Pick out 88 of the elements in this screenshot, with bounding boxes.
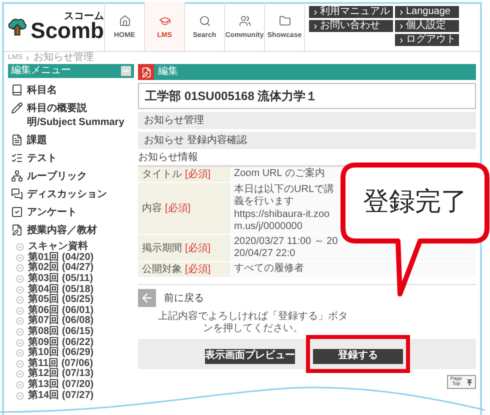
material-link[interactable]: 第04回 (05/18) xyxy=(28,284,94,295)
edit-document-icon xyxy=(140,66,152,78)
people-icon xyxy=(238,14,250,26)
graduation-cap-icon xyxy=(158,14,170,26)
collapse-button[interactable] xyxy=(121,66,131,76)
minus-circle-icon xyxy=(16,370,24,378)
material-link[interactable]: 第14回 (07/27) xyxy=(28,390,94,401)
sidebar-link[interactable]: ディスカッション xyxy=(27,188,127,202)
sidebar-link[interactable]: 課題 xyxy=(27,134,127,148)
home-icon xyxy=(118,14,130,26)
arrow-left-icon xyxy=(140,291,154,305)
material-link[interactable]: 第03回 (05/11) xyxy=(28,274,94,284)
subheading-bar: お知らせ 登録内容確認 xyxy=(138,132,476,149)
action-button[interactable]: 登録する xyxy=(313,348,403,364)
material-link[interactable]: 第05回 (05/25) xyxy=(28,295,94,306)
sidebar-link[interactable]: テスト xyxy=(27,152,127,166)
required-mark: [必須] xyxy=(185,168,211,182)
material-link[interactable]: 第09回 (06/22) xyxy=(28,338,94,348)
material-link[interactable]: 第02回 (04/27) xyxy=(28,263,94,274)
minus-circle-icon xyxy=(16,306,24,315)
callout-text: 登録完了 xyxy=(362,186,468,216)
material-link[interactable]: 第06回 (06/01) xyxy=(28,306,94,316)
document-icon xyxy=(11,134,23,146)
material-link[interactable]: 第11回 (07/06) xyxy=(28,358,94,369)
info-heading: お知らせ情報 xyxy=(138,151,199,164)
minus-circle-icon xyxy=(16,360,24,368)
field-value: https://shibaura-it.zoom.us/j/0000000 xyxy=(234,209,331,233)
minus-circle-icon xyxy=(16,381,24,390)
material-link[interactable]: スキャン資料 xyxy=(28,242,88,252)
section-title: 編集 xyxy=(158,67,178,77)
material-link[interactable]: 第01回 (04/20) xyxy=(28,252,94,263)
action-button[interactable]: 表示画面プレビュー xyxy=(205,348,295,364)
header-link-button[interactable]: ログアウト xyxy=(395,34,459,46)
back-button[interactable] xyxy=(138,289,156,307)
pencil-icon xyxy=(11,102,23,114)
folder-icon xyxy=(278,14,290,26)
chevron-icon xyxy=(24,54,32,62)
sidebar-link[interactable]: 授業内容／教材 xyxy=(27,224,127,238)
search-icon xyxy=(198,14,210,26)
material-link[interactable]: 第07回 (06/08) xyxy=(28,316,94,326)
field-label: 公開対象 xyxy=(142,262,182,277)
required-mark: [必須] xyxy=(165,202,191,216)
minus-circle-icon xyxy=(16,392,24,400)
edit-document-icon xyxy=(11,224,23,236)
minus-circle-icon xyxy=(16,264,24,272)
field-label: 掲示期間 xyxy=(142,242,182,256)
back-label: 前に戻る xyxy=(164,292,204,306)
field-label: 内容 xyxy=(142,202,162,216)
minus-circle-icon xyxy=(16,254,24,262)
header-link-button[interactable]: Language xyxy=(395,6,459,18)
sidebar-link[interactable]: 科目の概要説明/Subject Summary xyxy=(27,102,127,130)
field-value: Zoom URL のご案内 xyxy=(234,168,326,180)
minus-circle-icon xyxy=(16,275,24,284)
minus-circle-icon xyxy=(16,243,24,252)
instruction-text: 上記内容でよろしければ「登録する」ボタンを押してください。 xyxy=(158,311,348,335)
tree-icon xyxy=(11,170,23,182)
minus-circle-icon xyxy=(16,338,24,347)
header-link-button[interactable]: 個人設定 xyxy=(395,20,459,32)
required-mark: [必須] xyxy=(185,262,211,277)
minus-circle-icon xyxy=(16,349,24,358)
sidebar-link[interactable]: アンケート xyxy=(27,206,127,220)
field-value: すべての履修者 xyxy=(234,263,305,275)
chat-icon xyxy=(11,188,23,200)
material-link[interactable]: 第12回 (07/13) xyxy=(28,369,94,380)
arrow-up-icon xyxy=(466,378,473,386)
minus-circle-icon xyxy=(16,317,24,326)
field-value: 2020/03/27 11:00 ～ 2020/04/27 22:0 xyxy=(234,236,338,260)
sidebar-link[interactable]: 科目名 xyxy=(27,84,127,98)
minus-circle-icon xyxy=(16,296,24,304)
sidebar-link[interactable]: ルーブリック xyxy=(27,170,127,184)
material-link[interactable]: 第13回 (07/20) xyxy=(28,380,94,390)
field-label: タイトル xyxy=(142,168,182,182)
required-mark: [必須] xyxy=(185,242,211,256)
book-icon xyxy=(11,84,23,96)
minus-circle-icon xyxy=(16,328,24,336)
minus-circle-icon xyxy=(16,286,24,294)
header-link-button[interactable]: 利用マニュアル xyxy=(309,6,393,18)
material-link[interactable]: 第10回 (06/29) xyxy=(28,348,94,358)
sidebar-title: 編集メニュー xyxy=(11,66,71,76)
header-link-button[interactable]: お問い合わせ xyxy=(309,20,393,32)
course-title: 工学部 01SU005168 流体力学１ xyxy=(138,83,476,109)
material-link[interactable]: 第08回 (06/15) xyxy=(28,327,94,338)
subheading-bar: お知らせ管理 xyxy=(138,112,476,129)
logo-text: Scomb xyxy=(30,20,104,42)
breadcrumb-current: お知らせ管理 xyxy=(33,53,94,63)
checkbox-icon xyxy=(11,206,23,218)
logo-reading: スコーム xyxy=(64,12,104,22)
checklist-icon xyxy=(11,152,23,164)
